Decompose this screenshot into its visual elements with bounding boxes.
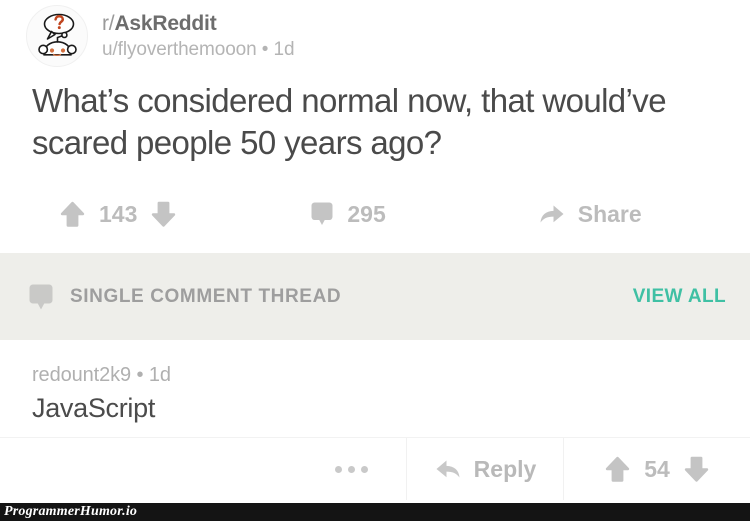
comment-reply-label: Reply — [473, 455, 537, 482]
comment-bubble-icon — [28, 283, 54, 311]
single-comment-thread-banner: SINGLE COMMENT THREAD VIEW ALL — [0, 253, 750, 340]
reply-arrow-icon — [434, 456, 462, 482]
downvote-arrow-icon[interactable] — [684, 456, 709, 483]
view-all-button[interactable]: VIEW ALL — [633, 286, 726, 308]
post-header-text: r/AskReddit u/flyoverthemooon • 1d — [102, 12, 295, 60]
comment-author-line[interactable]: redount2k9 • 1d — [32, 364, 750, 387]
comment-more-button[interactable] — [0, 438, 406, 500]
downvote-arrow-icon[interactable] — [151, 201, 176, 228]
post-score: 143 — [99, 200, 138, 227]
subreddit-line[interactable]: r/AskReddit — [102, 12, 294, 36]
comment-reply-button[interactable]: Reply — [407, 438, 563, 500]
upvote-arrow-icon[interactable] — [60, 201, 85, 228]
post-author-line[interactable]: u/flyoverthemooon • 1d — [102, 39, 295, 60]
post-comment-group[interactable]: 295 — [310, 200, 386, 228]
banner-label: SINGLE COMMENT THREAD — [70, 285, 342, 307]
banner-left-group: SINGLE COMMENT THREAD — [28, 283, 341, 311]
post-action-bar: 143 295 Share — [0, 186, 750, 242]
askreddit-snoo-avatar-icon[interactable] — [26, 5, 88, 67]
comment-body-text: JavaScript — [32, 393, 156, 423]
post-container: r/AskReddit u/flyoverthemooon • 1d What’… — [0, 0, 750, 242]
comment-bubble-icon — [310, 201, 334, 227]
post-title[interactable]: What’s considered normal now, that would… — [32, 80, 720, 164]
watermark-bar: ProgrammerHumor.io — [0, 503, 750, 521]
share-arrow-icon — [538, 201, 566, 227]
post-share-group[interactable]: Share — [538, 201, 642, 228]
post-header: r/AskReddit u/flyoverthemooon • 1d — [0, 0, 750, 67]
post-share-label: Share — [577, 200, 642, 227]
post-vote-group: 143 — [60, 201, 176, 228]
comment-vote-group: 54 — [564, 438, 750, 500]
post-comment-count: 295 — [347, 200, 386, 227]
subreddit-prefix: r/ — [102, 12, 115, 36]
subreddit-name: AskReddit — [114, 12, 217, 36]
comment-container: redount2k9 • 1d JavaScript Reply 54 — [0, 340, 750, 500]
upvote-arrow-icon[interactable] — [605, 456, 630, 483]
ellipsis-icon — [335, 465, 368, 473]
comment-action-bar: Reply 54 — [0, 438, 750, 500]
reddit-post-screenshot: r/AskReddit u/flyoverthemooon • 1d What’… — [0, 0, 750, 521]
watermark-text: ProgrammerHumor.io — [4, 504, 138, 519]
comment-score: 54 — [644, 455, 670, 482]
